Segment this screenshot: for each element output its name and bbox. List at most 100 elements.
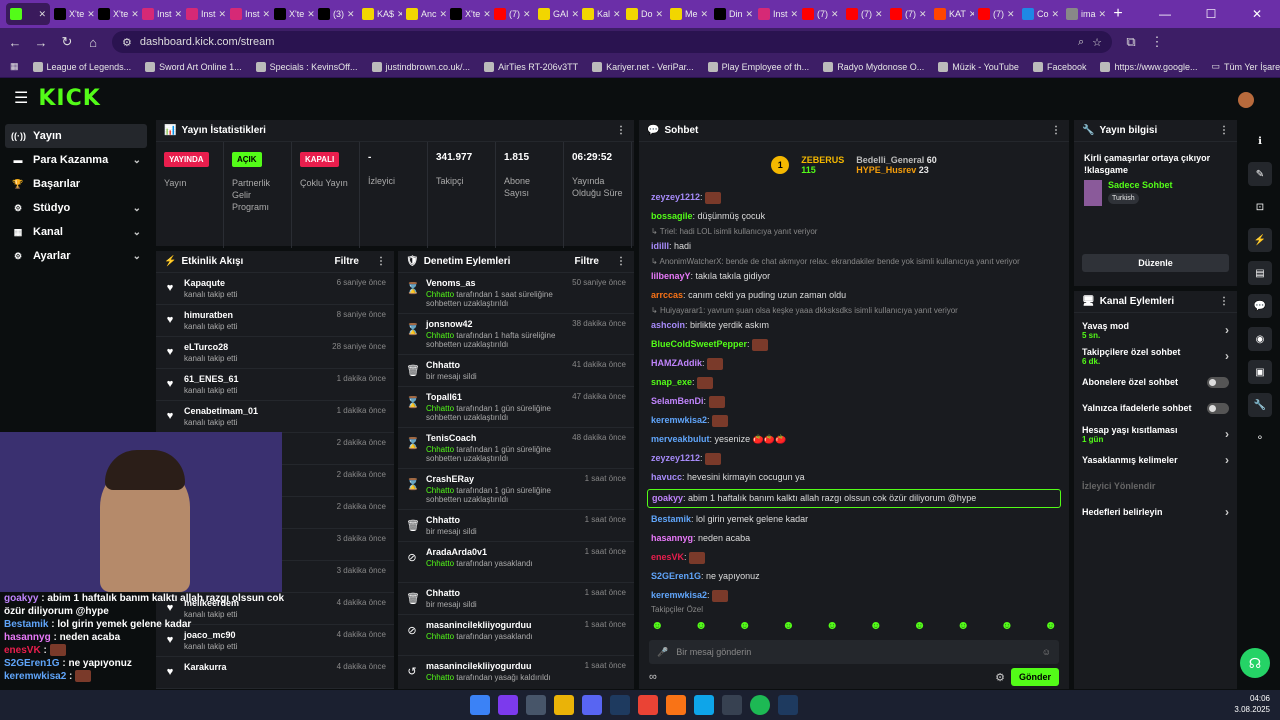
tab-close-icon[interactable]: ✕ xyxy=(1052,9,1060,20)
target-name[interactable]: AradaArda0v1 xyxy=(426,547,533,557)
bookmark-item[interactable]: AirTies RT-206v3TT xyxy=(484,61,578,72)
extensions-icon[interactable]: ⧉ xyxy=(1124,34,1138,50)
chat-input[interactable]: 🎤 Bir mesaj gönderin ☺ xyxy=(649,640,1059,664)
channel-action-row[interactable]: İzleyici Yönlendir xyxy=(1074,473,1237,499)
browser-tab[interactable]: Do ✕ xyxy=(622,3,666,25)
steam-icon[interactable] xyxy=(778,695,798,715)
moderator-name[interactable]: Chhatto xyxy=(426,445,454,454)
spotify-icon[interactable] xyxy=(750,695,770,715)
channel-action-row[interactable]: Yasaklanmış kelimeler › xyxy=(1074,447,1237,473)
bookmark-item[interactable]: Facebook xyxy=(1032,61,1086,72)
browser-tab[interactable]: GAI ✕ xyxy=(534,3,578,25)
tab-close-icon[interactable]: ✕ xyxy=(219,9,226,20)
emote-icon[interactable]: ☻ xyxy=(826,618,839,632)
tab-close-icon[interactable]: ✕ xyxy=(1099,9,1106,20)
bookmark-item[interactable]: Sword Art Online 1... xyxy=(145,61,242,72)
emote-icon[interactable]: ☻ xyxy=(695,618,708,632)
follower-name[interactable]: eLTurco28 xyxy=(184,342,237,352)
tab-close-icon[interactable]: ✕ xyxy=(483,9,490,20)
browser-tab[interactable]: Inst ✕ xyxy=(226,3,270,25)
browser-tab[interactable]: X'te ✕ xyxy=(50,3,94,25)
chevron-down-icon[interactable]: ⌄ xyxy=(133,227,141,238)
infinity-icon[interactable]: ∞ xyxy=(649,671,657,683)
focus-icon[interactable]: ⊡ xyxy=(1248,195,1272,219)
more-icon[interactable]: ⋮ xyxy=(1051,125,1061,136)
close-icon[interactable]: ✕ xyxy=(1234,0,1280,28)
target-name[interactable]: masanincilekliiyogurduu xyxy=(426,620,533,630)
chat-username[interactable]: zeyzey1212 xyxy=(651,453,700,463)
chat-username[interactable]: bossagile xyxy=(651,211,693,221)
tab-close-icon[interactable]: ✕ xyxy=(38,9,46,20)
support-icon[interactable]: ☊ xyxy=(1240,648,1270,678)
browser-tab[interactable]: (7) ✕ xyxy=(886,3,930,25)
moderator-name[interactable]: Chhatto xyxy=(426,290,454,299)
bookmark-item[interactable]: https://www.google... xyxy=(1100,61,1198,72)
browser-tab[interactable]: Co ✕ xyxy=(1018,3,1062,25)
filter-button[interactable]: Filtre xyxy=(575,256,599,267)
chat-username[interactable]: hasannyg xyxy=(651,533,693,543)
tab-close-icon[interactable]: ✕ xyxy=(656,9,664,20)
bookmark-item[interactable]: Play Employee of th... xyxy=(707,61,809,72)
chevron-down-icon[interactable]: ⌄ xyxy=(133,203,141,214)
home-icon[interactable]: ⌂ xyxy=(86,35,100,50)
bookmark-item[interactable]: justindbrown.co.uk/... xyxy=(371,61,470,72)
url-field[interactable]: ⚙ dashboard.kick.com/stream ⌕ ☆ xyxy=(112,31,1112,53)
site-info-icon[interactable]: ⚙ xyxy=(122,36,132,49)
kick-logo[interactable]: KICK xyxy=(38,86,100,111)
info-icon[interactable]: ℹ xyxy=(1248,129,1272,153)
toggle-switch[interactable] xyxy=(1207,402,1229,414)
browser-tab[interactable]: (3) ✕ xyxy=(314,3,358,25)
chat-username[interactable]: BlueColdSweetPepper xyxy=(651,339,747,349)
chat-username[interactable]: HAMZAddik xyxy=(651,358,702,368)
target-name[interactable]: Chhatto xyxy=(426,360,477,370)
chat-username[interactable]: arrccas xyxy=(651,290,683,300)
chat-username[interactable]: snap_exe xyxy=(651,377,692,387)
target-name[interactable]: Topall61 xyxy=(426,392,564,402)
follower-name[interactable]: himuratben xyxy=(184,310,237,320)
moderation-icon[interactable]: ▣ xyxy=(1248,360,1272,384)
sidebar-item[interactable]: ▬ Para Kazanma ⌄ xyxy=(5,148,147,172)
channel-action-row[interactable]: Hedefleri belirleyin › xyxy=(1074,499,1237,525)
category-label[interactable]: Sadece Sohbet xyxy=(1108,180,1173,190)
chat-username[interactable]: zeyzey1212 xyxy=(651,192,700,202)
bookmark-item[interactable]: Radyo Mydonose O... xyxy=(823,61,924,72)
more-icon[interactable]: ⋮ xyxy=(1219,296,1229,307)
tab-close-icon[interactable]: ✕ xyxy=(523,9,531,20)
moderator-name[interactable]: Chhatto xyxy=(426,559,454,568)
channel-action-row[interactable]: Yalnızca ifadelerle sohbet xyxy=(1074,395,1237,421)
emote-icon[interactable]: ☻ xyxy=(1044,618,1057,632)
channel-action-row[interactable]: Abonelere özel sohbet xyxy=(1074,369,1237,395)
target-name[interactable]: masanincilekliiyogurduu xyxy=(426,661,551,671)
leader-name[interactable]: Bedelli_General xyxy=(856,155,924,165)
browser-tab[interactable]: Kal ✕ xyxy=(578,3,622,25)
emote-icon[interactable]: ☻ xyxy=(913,618,926,632)
moderator-name[interactable]: Chhatto xyxy=(426,486,454,495)
hamburger-icon[interactable]: ☰ xyxy=(14,88,28,108)
maximize-icon[interactable]: ☐ xyxy=(1188,0,1234,28)
browser-tab[interactable]: Me ✕ xyxy=(666,3,710,25)
sidebar-item[interactable]: ⚙ Stüdyo ⌄ xyxy=(5,196,147,220)
tab-close-icon[interactable]: ✕ xyxy=(87,9,94,20)
browser-tab[interactable]: X'te ✕ xyxy=(270,3,314,25)
bookmark-item[interactable]: Müzik - YouTube xyxy=(938,61,1019,72)
mic-icon[interactable]: 🎤 xyxy=(657,647,668,658)
bolt-icon[interactable]: ⚡ xyxy=(1248,228,1272,252)
browser-tab[interactable]: KA$ ✕ xyxy=(358,3,402,25)
chat-username[interactable]: keremwkisa2 xyxy=(651,415,707,425)
emote-icon[interactable]: ☻ xyxy=(782,618,795,632)
share-icon[interactable]: ⚬ xyxy=(1248,426,1272,450)
moderator-name[interactable]: Chhatto xyxy=(426,632,454,641)
chat-username[interactable]: ashcoin xyxy=(651,320,685,330)
more-icon[interactable]: ⋮ xyxy=(376,256,386,267)
leader-name[interactable]: HYPE_Husrev xyxy=(856,165,916,175)
moderator-name[interactable]: Chhatto xyxy=(426,331,454,340)
tab-close-icon[interactable]: ✕ xyxy=(746,9,754,20)
chat-username[interactable]: goakyy xyxy=(652,493,683,503)
bookmark-item[interactable]: Specials : KevinsOff... xyxy=(255,61,358,72)
start-icon[interactable] xyxy=(470,695,490,715)
browser-tab[interactable]: ima ✕ xyxy=(1062,3,1106,25)
copilot-icon[interactable] xyxy=(498,695,518,715)
emoji-icon[interactable]: ☺ xyxy=(1042,647,1051,657)
browser-tab[interactable]: X'te ✕ xyxy=(94,3,138,25)
all-bookmarks[interactable]: ▭Tüm Yer İşaretleri xyxy=(1212,61,1280,72)
